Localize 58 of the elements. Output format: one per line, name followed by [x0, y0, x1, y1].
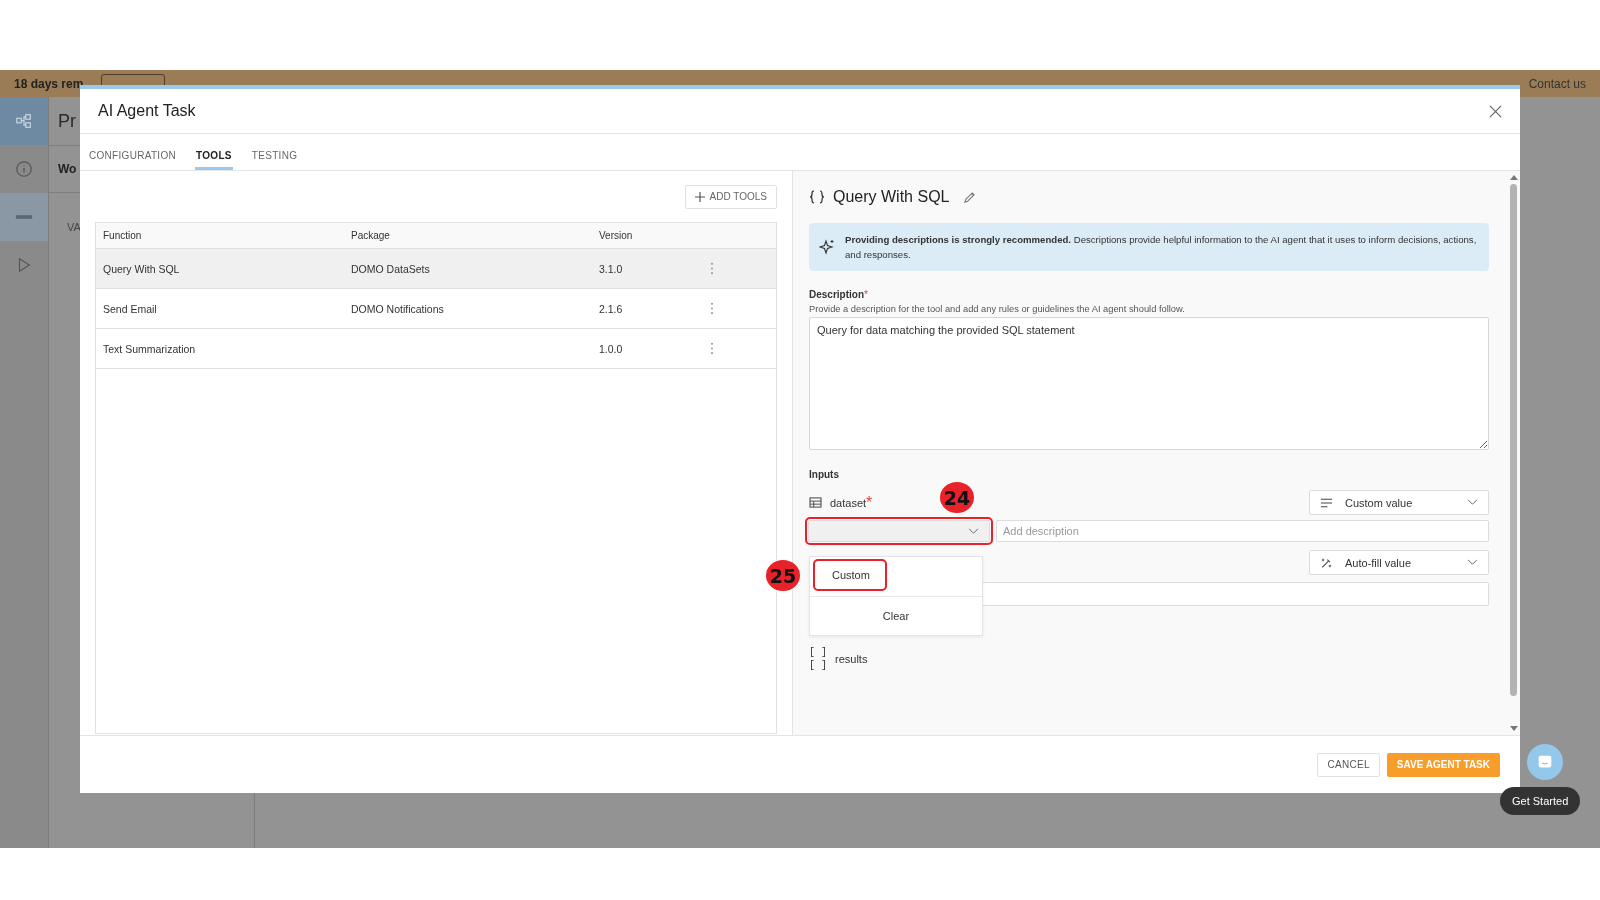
more-icon[interactable]: [710, 342, 714, 355]
more-icon[interactable]: [710, 302, 714, 315]
scroll-up-icon[interactable]: [1509, 175, 1518, 180]
table-cell: DOMO Notifications: [351, 302, 444, 315]
notice-text: Providing descriptions is strongly recommended. Descriptions provide helpful information to the AI agent that it uses to inform decisions, actions, and responses.: [845, 233, 1477, 262]
required-mark: *: [864, 289, 868, 300]
tooltip: Get Started: [1500, 787, 1581, 815]
output-name: results: [835, 653, 868, 665]
sparkle-icon: [819, 239, 835, 255]
page-title: Pr: [58, 110, 76, 132]
close-icon[interactable]: [1489, 104, 1502, 118]
info-icon[interactable]: [15, 160, 33, 178]
braces-icon: [809, 190, 825, 204]
chevron-icon: [968, 527, 979, 535]
table-cell: DOMO DataSets: [351, 262, 430, 275]
tab[interactable]: TESTING: [250, 134, 299, 170]
table-row[interactable]: Query With SQL DOMO DataSets 3.1.0: [96, 249, 776, 289]
array-icon: [ ] [ ]: [809, 646, 827, 672]
add-tools-button[interactable]: ADD TOOLS: [684, 184, 777, 209]
lines-icon: [1320, 496, 1333, 509]
magic-wand-icon: [1320, 556, 1333, 569]
chat-button[interactable]: [1527, 744, 1563, 780]
table-icon: [809, 497, 822, 508]
scrollbar-thumb[interactable]: [1510, 184, 1517, 696]
table-cell: 2.1.6: [599, 302, 623, 315]
plus-icon: [694, 191, 705, 202]
description-input[interactable]: Add description: [996, 520, 1489, 542]
column-header: Package: [350, 230, 391, 241]
column-header: Version: [598, 230, 634, 241]
pencil-icon[interactable]: [963, 190, 977, 204]
scroll-down-icon[interactable]: [1509, 726, 1518, 731]
tool-title: Query With SQL: [833, 188, 950, 206]
input-name: dataset: [830, 496, 867, 509]
section-label: VA: [67, 221, 81, 233]
tab[interactable]: CONFIGURATION: [88, 134, 178, 170]
tab[interactable]: TOOLS: [195, 134, 233, 170]
table-cell: Send Email: [103, 302, 157, 315]
table-cell: Text Summarization: [103, 342, 196, 355]
field-label: Description: [809, 289, 864, 300]
menu-item[interactable]: Custom: [816, 562, 884, 588]
field-hint: Provide a description for the tool and add any rules or guidelines the AI agent should follow.: [809, 304, 1186, 314]
chevron-icon: [1467, 499, 1478, 506]
section-label: Inputs: [809, 469, 840, 480]
mode-select[interactable]: Auto-fill value: [1309, 550, 1489, 575]
chevron-icon: [1467, 559, 1478, 566]
required-mark: *: [866, 493, 873, 512]
more-icon[interactable]: [710, 262, 714, 275]
table-cell: 1.0.0: [599, 342, 623, 355]
table-cell: Query With SQL: [103, 262, 180, 275]
description-field[interactable]: Query for data matching the provided SQL statement: [809, 317, 1489, 450]
menu-item[interactable]: Clear: [810, 596, 982, 635]
table-cell: 3.1.0: [599, 262, 623, 275]
dialog-title: AI Agent Task: [98, 102, 196, 120]
mode-select[interactable]: Custom value: [1309, 490, 1489, 515]
cancel-button[interactable]: CANCEL: [1317, 752, 1380, 777]
column-header: Function: [102, 230, 143, 241]
flow-icon[interactable]: [15, 112, 33, 130]
section-title: Wo: [58, 162, 77, 176]
